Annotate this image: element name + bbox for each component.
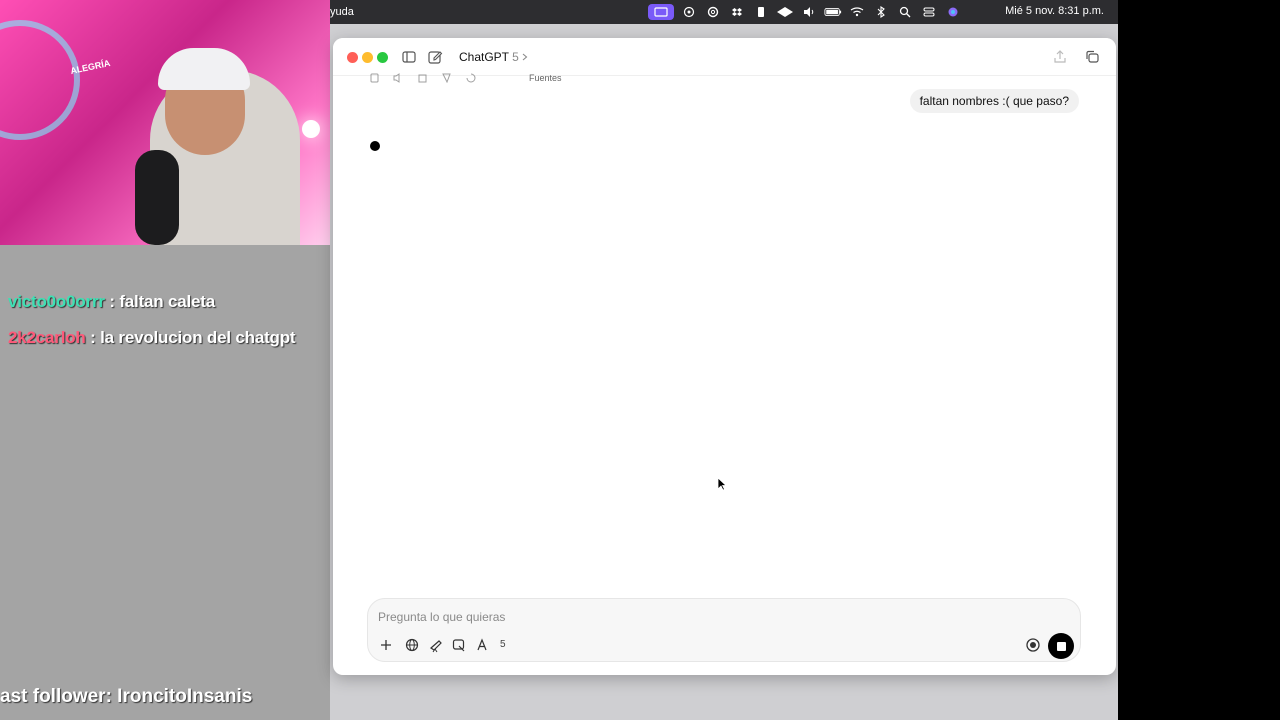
screen: ALEGRÍA victo0o0orrr : faltan caleta 2k2… (0, 0, 1280, 720)
stop-generating-button[interactable] (1048, 633, 1074, 659)
chevron-right-icon (522, 53, 528, 61)
composer: 5 (367, 598, 1081, 662)
chat-text: la revolucion del chatgpt (100, 328, 296, 347)
voice-mode-icon[interactable] (1024, 636, 1042, 654)
battery-icon[interactable] (824, 4, 842, 20)
model-name: ChatGPT (459, 50, 509, 64)
last-follower-label: ast follower: IroncitoInsanis (0, 686, 253, 707)
plus-icon[interactable] (378, 637, 394, 653)
maximize-window-button[interactable] (377, 52, 388, 63)
search-icon[interactable] (896, 4, 914, 20)
thumbs-up-icon[interactable] (417, 73, 429, 83)
wifi-icon[interactable] (848, 4, 866, 20)
thinking-indicator (370, 141, 380, 151)
user-message-bubble: faltan nombres :( que paso? (909, 89, 1079, 113)
prompt-input[interactable] (378, 608, 1058, 626)
stop-icon (1056, 641, 1066, 651)
thumbs-down-icon[interactable] (441, 73, 453, 83)
regenerate-icon[interactable] (465, 73, 477, 83)
window-titlebar: ChatGPT 5 (333, 38, 1116, 76)
tool-count[interactable]: 5 (500, 639, 506, 650)
chat-username: 2k2carloh (8, 328, 86, 347)
popout-window-icon[interactable] (1084, 49, 1100, 65)
microphone (135, 150, 179, 245)
letterbox (1118, 0, 1280, 720)
sidebar-toggle-icon[interactable] (401, 49, 417, 65)
chatgpt-window: ChatGPT 5 Fuentes faltan nombres :( que … (333, 38, 1116, 675)
menubar-clock[interactable]: Mié 5 nov. 8:31 p.m. (1005, 5, 1104, 17)
dropbox-icon[interactable] (728, 4, 746, 20)
chatgpt-icon[interactable] (680, 4, 698, 20)
control-center-icon[interactable] (920, 4, 938, 20)
telescope-icon[interactable] (428, 637, 444, 653)
siri-icon[interactable] (944, 4, 962, 20)
battery-app-icon[interactable] (752, 4, 770, 20)
chat-message: victo0o0orrr : faltan caleta (8, 292, 215, 311)
bluetooth-icon[interactable] (872, 4, 890, 20)
canvas-icon[interactable] (451, 637, 467, 653)
mouse-cursor (717, 477, 727, 491)
close-window-button[interactable] (347, 52, 358, 63)
chat-text: faltan caleta (119, 292, 215, 311)
apps-icon[interactable] (474, 637, 490, 653)
webcam-feed: ALEGRÍA (0, 0, 330, 245)
model-selector[interactable]: ChatGPT 5 (459, 50, 528, 64)
stream-chat-overlay: victo0o0orrr : faltan caleta 2k2carloh :… (0, 245, 333, 720)
globe-icon[interactable] (404, 637, 420, 653)
screen-share-icon[interactable] (648, 4, 674, 20)
threads-icon[interactable] (704, 4, 722, 20)
ai-icon[interactable] (776, 4, 794, 20)
minimize-window-button[interactable] (362, 52, 373, 63)
sources-button[interactable]: Fuentes (529, 73, 562, 83)
status-icons (648, 0, 962, 24)
model-version: 5 (512, 50, 519, 64)
share-icon[interactable] (1052, 49, 1068, 65)
sources-label: Fuentes (529, 73, 562, 83)
message-actions (369, 73, 477, 83)
volume-icon[interactable] (800, 4, 818, 20)
new-chat-icon[interactable] (427, 49, 443, 65)
chat-username: victo0o0orrr (8, 292, 105, 311)
copy-icon[interactable] (369, 73, 381, 83)
menu-item-help[interactable]: yuda (330, 6, 354, 18)
read-aloud-icon[interactable] (393, 73, 405, 83)
chat-message: 2k2carloh : la revolucion del chatgpt (8, 328, 296, 347)
menu-bar: yuda Mié 5 nov. 8:31 p.m. (330, 0, 1118, 24)
